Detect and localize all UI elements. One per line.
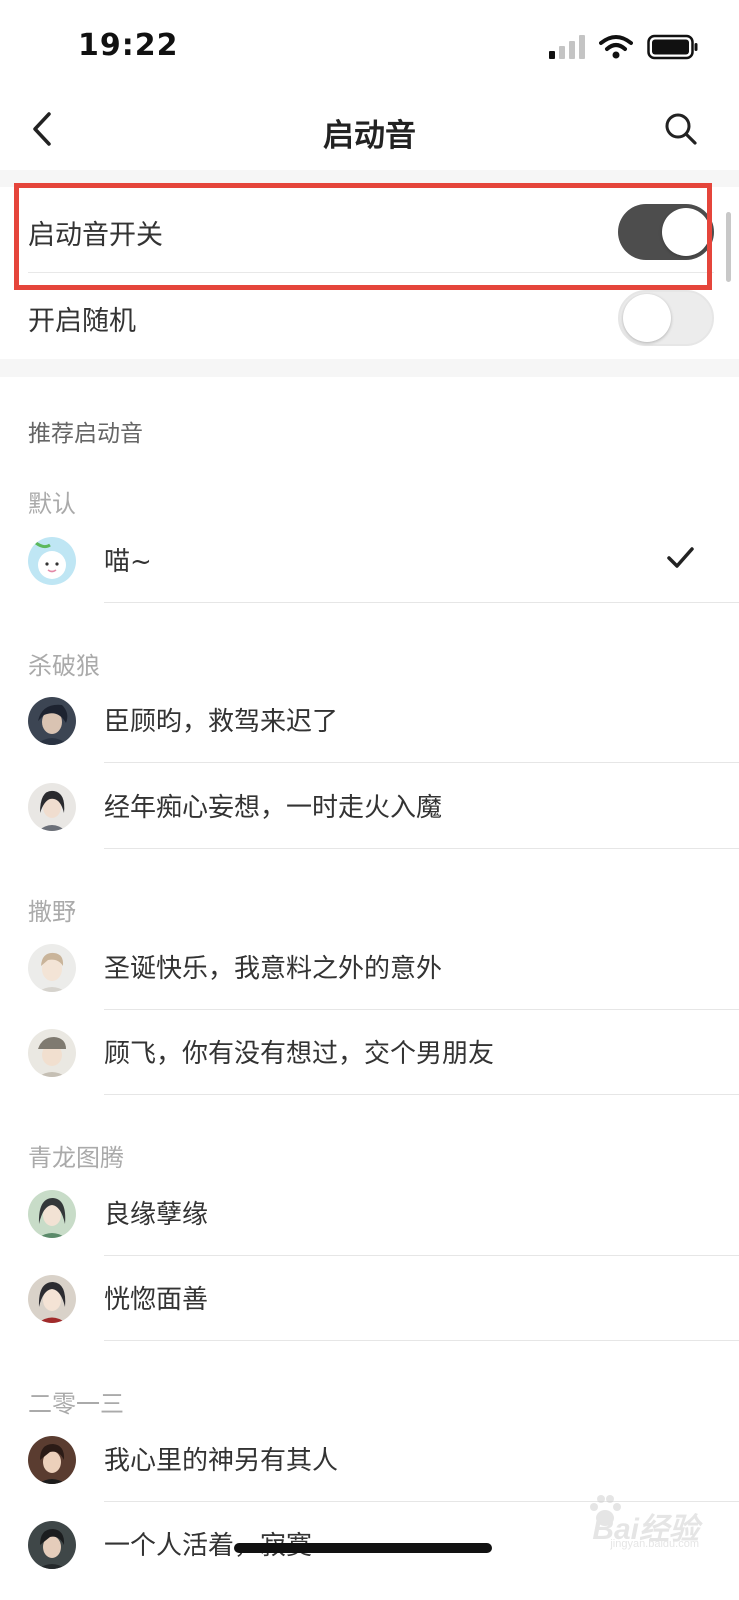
section-gap [0, 359, 739, 377]
sound-item-label: 经年痴心妄想，一时走火入魔 [104, 793, 443, 823]
item-divider [104, 602, 739, 603]
avatar [28, 1521, 76, 1569]
search-button[interactable] [661, 109, 701, 149]
toggle-knob [623, 294, 671, 342]
sound-item[interactable]: 圣诞快乐，我意料之外的意外 [0, 924, 739, 1010]
sound-item[interactable]: 经年痴心妄想，一时走火入魔 [0, 763, 739, 849]
sound-item-label: 我心里的神另有其人 [104, 1446, 339, 1476]
avatar [28, 1275, 76, 1323]
scrollbar[interactable] [726, 212, 731, 282]
page-title: 启动音 [323, 118, 416, 154]
random-toggle[interactable] [618, 290, 714, 346]
sound-item[interactable]: 良缘孽缘 [0, 1170, 739, 1256]
sound-item-label: 恍惚面善 [104, 1285, 209, 1315]
avatar [28, 1190, 76, 1238]
sound-item[interactable]: 喵~ [0, 517, 739, 603]
avatar [28, 944, 76, 992]
group-title-default: 默认 [28, 490, 76, 518]
sound-item-label: 良缘孽缘 [104, 1200, 209, 1230]
item-divider [104, 1340, 739, 1341]
search-icon [665, 113, 697, 145]
sound-item-label: 臣顾昀，救驾来迟了 [104, 707, 339, 737]
avatar [28, 697, 76, 745]
cellular-signal-icon [549, 35, 585, 59]
home-indicator[interactable] [234, 1543, 492, 1553]
wifi-icon [599, 35, 633, 59]
sound-item-label: 喵~ [104, 547, 152, 577]
sound-item[interactable]: 恍惚面善 [0, 1255, 739, 1341]
status-bar: 19:22 [0, 0, 739, 95]
app-page: 19:22 启动音 启动音开关 开启随机 推荐启动音 默认 喵~ 杀破狼 臣顾昀… [0, 0, 739, 1600]
status-icons [549, 34, 699, 60]
recommended-section-title: 推荐启动音 [28, 421, 143, 447]
sound-item-label: 圣诞快乐，我意料之外的意外 [104, 954, 443, 984]
group-title-shapolang: 杀破狼 [28, 652, 100, 680]
sound-item[interactable]: 我心里的神另有其人 [0, 1416, 739, 1502]
nav-bar: 启动音 [0, 95, 739, 170]
watermark-url: jingyan.baidu.com [610, 1538, 699, 1550]
avatar [28, 537, 76, 585]
sound-item-label: 顾飞，你有没有想过，交个男朋友 [104, 1039, 495, 1069]
item-divider [104, 848, 739, 849]
avatar [28, 1029, 76, 1077]
random-switch-label: 开启随机 [28, 306, 136, 337]
battery-icon [647, 34, 698, 60]
group-title-qinglong: 青龙图腾 [28, 1144, 124, 1172]
group-title-2013: 二零一三 [28, 1390, 124, 1418]
checkmark-icon [667, 547, 694, 568]
avatar [28, 783, 76, 831]
highlight-annotation [14, 183, 712, 290]
avatar [28, 1436, 76, 1484]
sound-item[interactable]: 臣顾昀，救驾来迟了 [0, 677, 739, 763]
baidu-jingyan-watermark: Bai经验 jingyan.baidu.com [549, 1492, 699, 1554]
sound-item[interactable]: 顾飞，你有没有想过，交个男朋友 [0, 1009, 739, 1095]
item-divider [104, 1094, 739, 1095]
group-title-saye: 撒野 [28, 898, 76, 926]
status-time: 19:22 [78, 28, 179, 63]
